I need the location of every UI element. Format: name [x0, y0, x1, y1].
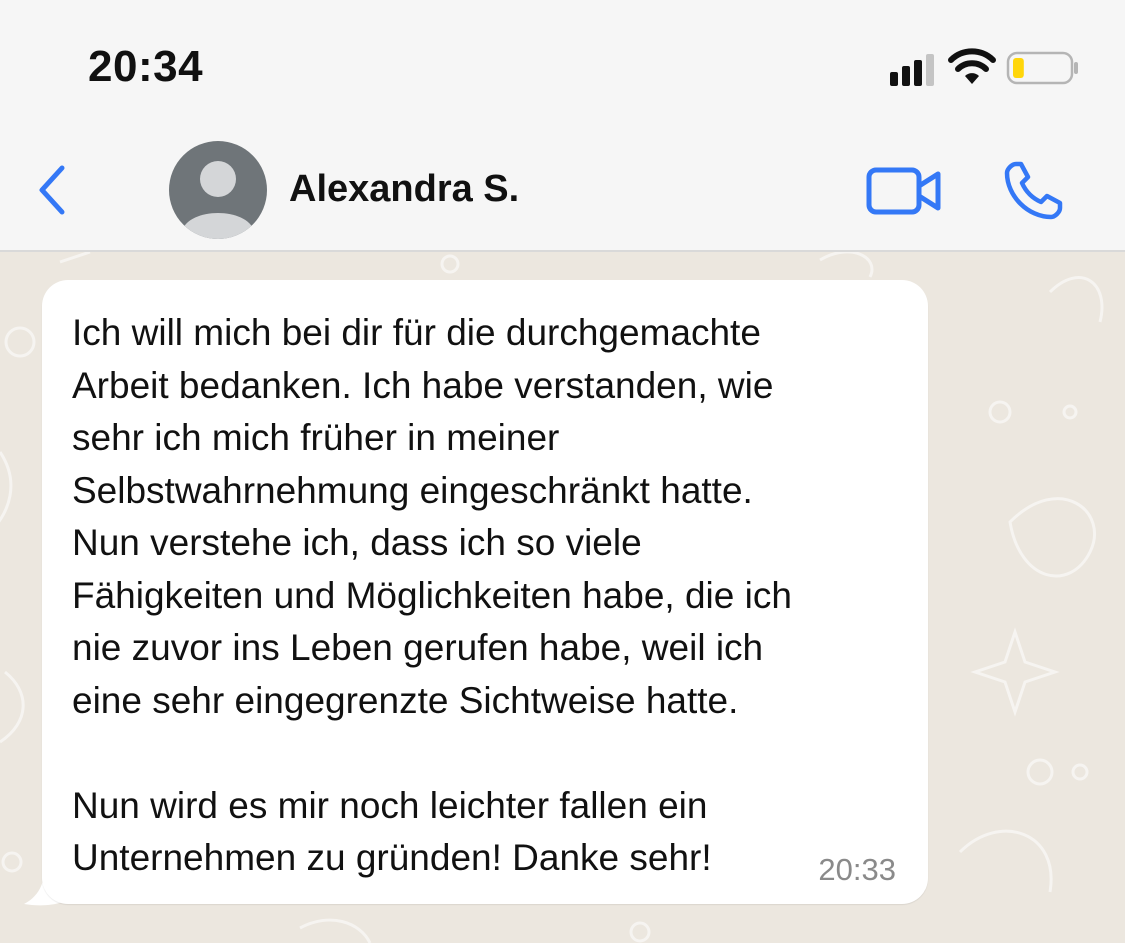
video-camera-icon	[866, 167, 941, 215]
chat-area[interactable]: Ich will mich bei dir für die durchgemac…	[0, 252, 1125, 943]
back-button[interactable]	[28, 160, 78, 220]
phone-icon	[1004, 161, 1063, 220]
battery-icon	[1006, 51, 1078, 85]
chat-screen: 20:34 Alexandra S. Ich will mich bei dir…	[0, 0, 1125, 943]
person-placeholder-icon	[182, 161, 254, 239]
chevron-left-icon	[39, 165, 65, 215]
status-bar: 20:34	[0, 0, 1125, 130]
status-time: 20:34	[88, 42, 204, 91]
voice-call-button[interactable]	[1002, 158, 1066, 222]
wifi-icon	[948, 48, 996, 84]
contact-name[interactable]: Alexandra S.	[289, 168, 519, 211]
video-call-button[interactable]	[866, 164, 942, 218]
cellular-signal-icon	[890, 54, 934, 86]
avatar[interactable]	[169, 141, 267, 239]
message-timestamp: 20:33	[818, 852, 896, 887]
chat-header: Alexandra S.	[0, 130, 1125, 252]
message-bubble[interactable]: Ich will mich bei dir für die durchgemac…	[42, 280, 928, 904]
message-text: Ich will mich bei dir für die durchgemac…	[72, 312, 792, 878]
